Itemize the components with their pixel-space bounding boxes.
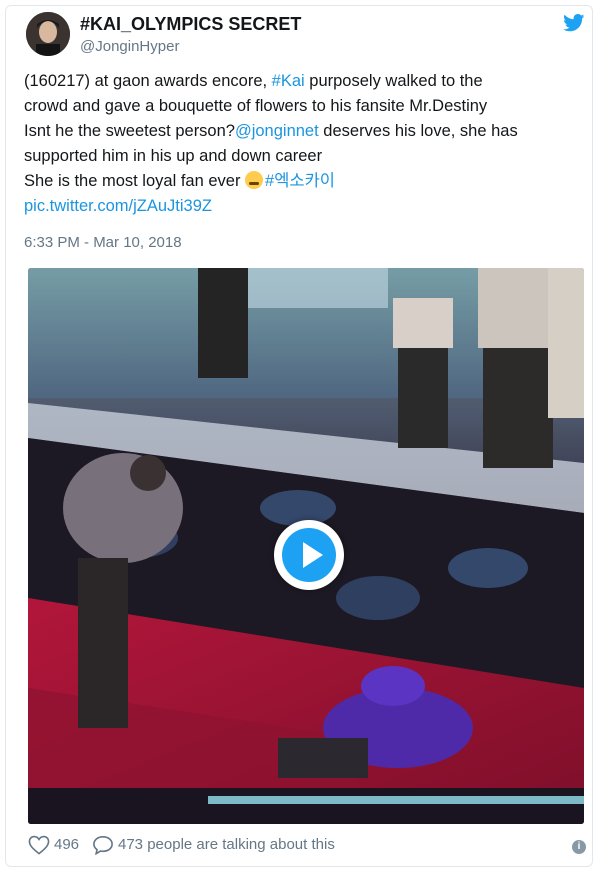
twitter-bird-icon[interactable] xyxy=(563,14,585,32)
conversation-count[interactable]: 473 people are talking about this xyxy=(118,836,335,853)
play-button[interactable] xyxy=(274,520,344,590)
text-segment: (160217) at gaon awards encore, xyxy=(24,72,272,90)
text-segment: purposely walked to the xyxy=(304,72,483,90)
steam-emoji-icon xyxy=(245,171,264,189)
heart-icon[interactable] xyxy=(28,835,50,855)
hashtag-exo-kai[interactable]: #엑소카이 xyxy=(265,172,335,190)
tweet-line-5: She is the most loyal fan ever #엑소카이 xyxy=(24,169,579,194)
media-link[interactable]: pic.twitter.com/jZAuJti39Z xyxy=(24,194,579,219)
speech-bubble-icon[interactable] xyxy=(92,835,114,855)
display-name[interactable]: #KAI_OLYMPICS SECRET xyxy=(80,14,301,35)
tweet-text: (160217) at gaon awards encore, #Kai pur… xyxy=(24,69,579,219)
hashtag-kai[interactable]: #Kai xyxy=(272,72,305,90)
tweet-line-1: (160217) at gaon awards encore, #Kai pur… xyxy=(24,69,579,94)
text-segment: Isnt he the sweetest person? xyxy=(24,122,235,140)
tweet-line-4: supported him in his up and down career xyxy=(24,147,323,165)
mention-jonginnet[interactable]: @jonginnet xyxy=(235,122,319,140)
tweet-line-3: Isnt he the sweetest person?@jonginnet d… xyxy=(24,119,579,144)
tweet-footer: 496 473 people are talking about this i xyxy=(28,832,588,858)
avatar[interactable] xyxy=(26,12,70,56)
tweet-timestamp[interactable]: 6:33 PM - Mar 10, 2018 xyxy=(24,234,182,251)
like-count[interactable]: 496 xyxy=(54,836,79,853)
play-icon xyxy=(303,542,323,568)
text-segment: She is the most loyal fan ever xyxy=(24,172,246,190)
tweet-line-2: crowd and gave a bouquette of flowers to… xyxy=(24,97,488,115)
user-handle[interactable]: @JonginHyper xyxy=(80,38,179,55)
info-icon[interactable]: i xyxy=(572,840,586,854)
text-segment: deserves his love, she has xyxy=(318,122,518,140)
